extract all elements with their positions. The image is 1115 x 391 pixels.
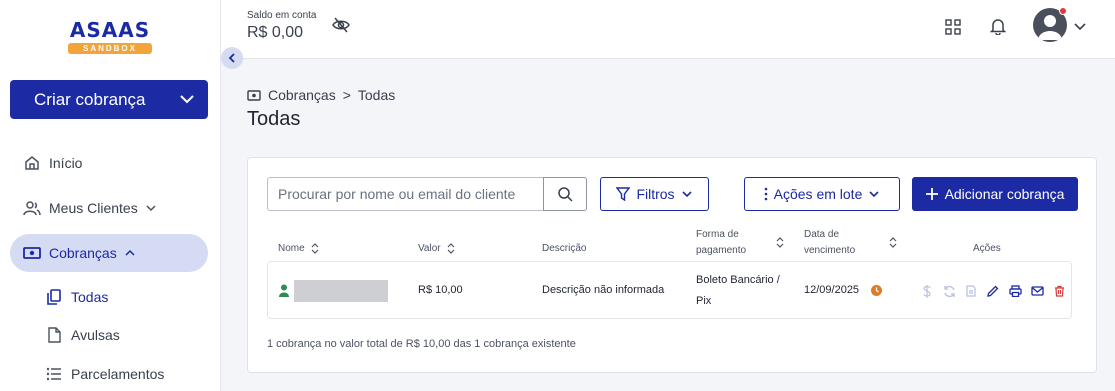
- column-header-name[interactable]: Nome: [278, 242, 319, 255]
- chevron-down-icon: [180, 95, 194, 104]
- chevron-down-icon[interactable]: [1073, 21, 1087, 33]
- column-header-label: Valor: [418, 243, 441, 254]
- eye-off-icon[interactable]: [332, 17, 350, 33]
- logo-text: ASAAS: [69, 18, 151, 42]
- sidebar-item-inicio[interactable]: Início: [10, 144, 208, 182]
- copy-icon: [46, 289, 62, 305]
- balance-value: R$ 0,00: [247, 24, 304, 41]
- sidebar-item-meus-clientes[interactable]: Meus Clientes: [10, 189, 208, 227]
- person-icon: [279, 284, 289, 297]
- sidebar-item-label: Meus Clientes: [49, 200, 138, 216]
- chevron-up-icon: [125, 249, 135, 256]
- sidebar: ASAAS SANDBOX Criar cobrança Início Meus…: [0, 0, 221, 391]
- column-header-value[interactable]: Valor: [418, 242, 455, 255]
- create-charge-label: Criar cobrança: [34, 89, 146, 109]
- list-icon: [46, 366, 62, 382]
- column-header-label: Descrição: [542, 243, 587, 254]
- sidebar-item-label: Início: [49, 155, 83, 171]
- home-icon: [23, 154, 41, 172]
- collapse-sidebar-button[interactable]: [221, 47, 243, 69]
- chevron-down-icon: [869, 191, 879, 198]
- plus-icon: [925, 188, 938, 200]
- column-header-label: Data de vencimento: [804, 228, 855, 257]
- money-icon: [23, 244, 41, 262]
- sort-icon: [447, 243, 455, 254]
- add-charge-button[interactable]: Adicionar cobrança: [912, 177, 1078, 211]
- trash-icon[interactable]: [1048, 284, 1070, 298]
- summary-text: 1 cobrança no valor total de R$ 10,00 da…: [267, 338, 576, 350]
- dollar-icon[interactable]: [916, 284, 938, 298]
- document-icon[interactable]: [960, 284, 982, 298]
- sandbox-badge: SANDBOX: [68, 43, 152, 54]
- breadcrumb: Cobranças > Todas: [247, 87, 402, 103]
- mail-icon[interactable]: [1026, 284, 1048, 298]
- column-header-due-date[interactable]: Data de vencimento: [804, 228, 897, 257]
- column-header-label: Ações: [973, 243, 1001, 254]
- add-charge-label: Adicionar cobrança: [944, 186, 1065, 202]
- sidebar-subitem-label: Parcelamentos: [71, 366, 165, 382]
- row-due-date: 12/09/2025: [804, 284, 860, 296]
- top-header: Saldo em conta R$ 0,00: [221, 0, 1115, 59]
- row-description: Descrição não informada: [542, 284, 665, 296]
- bell-icon[interactable]: [990, 17, 1006, 35]
- sidebar-item-cobrancas[interactable]: Cobranças: [10, 234, 208, 272]
- clock-icon: [871, 285, 882, 296]
- sidebar-subitem-avulsas[interactable]: Avulsas: [46, 322, 120, 348]
- row-payment-line: Pix: [696, 295, 712, 307]
- balance-label: Saldo em conta: [247, 10, 317, 21]
- column-header-label: Nome: [278, 243, 305, 254]
- apps-grid-icon[interactable]: [945, 19, 961, 35]
- sort-icon: [776, 237, 784, 248]
- sort-icon: [311, 243, 319, 254]
- filter-icon: [616, 187, 631, 201]
- users-icon: [23, 199, 41, 217]
- sidebar-subitem-label: Todas: [71, 289, 109, 305]
- more-vertical-icon: [764, 187, 767, 201]
- column-header-line: pagamento: [696, 245, 747, 256]
- sidebar-subitem-parcelamentos[interactable]: Parcelamentos: [46, 361, 164, 387]
- sort-icon: [889, 237, 897, 248]
- breadcrumb-parent[interactable]: Cobranças: [268, 87, 336, 103]
- row-value: R$ 10,00: [418, 284, 463, 296]
- column-header-description: Descrição: [542, 242, 586, 255]
- column-header-line: Data de: [804, 229, 840, 240]
- search-button[interactable]: [543, 177, 587, 211]
- row-actions: [916, 284, 1070, 298]
- money-icon: [247, 89, 261, 101]
- charges-card: Filtros Ações em lote Adicionar cobrança…: [247, 157, 1097, 373]
- column-header-actions: Ações: [973, 242, 1001, 255]
- filters-button[interactable]: Filtros: [600, 177, 709, 211]
- row-payment-method: Boleto Bancário / Pix: [696, 271, 780, 310]
- chevron-down-icon: [146, 205, 156, 212]
- sidebar-subitem-todas[interactable]: Todas: [46, 284, 108, 310]
- column-header-label: Forma de pagamento: [696, 228, 746, 257]
- column-header-payment[interactable]: Forma de pagamento: [696, 228, 784, 257]
- filters-label: Filtros: [636, 186, 675, 202]
- edit-icon[interactable]: [982, 284, 1004, 298]
- refresh-icon[interactable]: [938, 284, 960, 298]
- batch-actions-label: Ações em lote: [773, 186, 863, 202]
- file-icon: [46, 327, 62, 343]
- page-title: Todas: [247, 108, 301, 130]
- sidebar-subitem-label: Avulsas: [71, 327, 120, 343]
- search-icon: [558, 187, 573, 202]
- notification-dot: [1059, 7, 1067, 15]
- search-input[interactable]: [267, 177, 544, 211]
- breadcrumb-separator: >: [342, 87, 351, 103]
- batch-actions-button[interactable]: Ações em lote: [744, 177, 900, 211]
- asaas-logo[interactable]: ASAAS SANDBOX: [68, 14, 152, 56]
- create-charge-button[interactable]: Criar cobrança: [10, 80, 208, 119]
- chevron-down-icon: [681, 191, 692, 198]
- chevron-left-icon: [228, 53, 235, 63]
- column-header-line: vencimento: [804, 245, 856, 256]
- column-header-line: Forma de: [696, 229, 739, 240]
- breadcrumb-current: Todas: [357, 87, 396, 103]
- row-payment-line: Boleto Bancário /: [696, 274, 780, 286]
- customer-name-redacted: [294, 280, 388, 302]
- table-row[interactable]: R$ 10,00 Descrição não informada Boleto …: [267, 261, 1072, 319]
- print-icon[interactable]: [1004, 284, 1026, 298]
- sidebar-item-label: Cobranças: [49, 245, 117, 261]
